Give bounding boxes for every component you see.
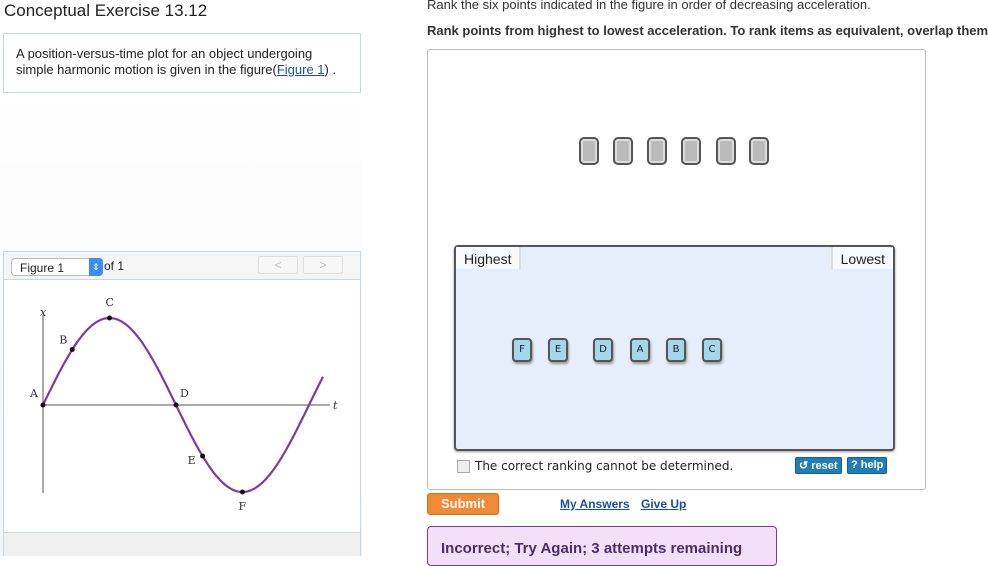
cannot-determine-label[interactable]: The correct ranking cannot be determined… (475, 459, 733, 473)
submit-button[interactable]: Submit (427, 493, 499, 515)
axis-label-t: t (333, 399, 338, 412)
point-a (40, 402, 46, 408)
point-c (107, 315, 112, 321)
point-d (173, 402, 179, 408)
empty-slot (749, 137, 769, 165)
question-instruction: Rank points from highest to lowest accel… (427, 23, 988, 38)
empty-slot (681, 137, 701, 165)
feedback-message: Incorrect; Try Again; 3 attempts remaini… (427, 526, 777, 566)
highest-label: Highest (456, 247, 522, 269)
tile-d[interactable]: D (593, 338, 613, 362)
tile-f[interactable]: F (512, 338, 532, 362)
point-b (69, 347, 75, 353)
point-e (200, 453, 206, 459)
point-label-d: D (180, 387, 189, 400)
tile-a[interactable]: A (630, 338, 650, 362)
point-label-c: C (106, 296, 114, 309)
tile-c[interactable]: C (702, 338, 722, 362)
point-label-a: A (29, 387, 39, 400)
point-label-b: B (59, 334, 67, 347)
reset-button[interactable]: ↺ reset (795, 457, 842, 474)
figure-footer (4, 532, 360, 556)
empty-slot (613, 137, 633, 165)
point-label-e: E (188, 454, 196, 467)
axis-label-x: x (40, 306, 47, 319)
point-label-f: F (239, 500, 247, 513)
empty-slot (579, 137, 599, 165)
help-button[interactable]: ? help (847, 457, 888, 474)
lowest-label: Lowest (830, 247, 893, 269)
question-text: Rank the six points indicated in the fig… (427, 0, 871, 12)
position-time-graph: x t A B C D E F (29, 296, 338, 513)
empty-slot (647, 137, 667, 165)
my-answers-link[interactable]: My Answers (560, 497, 630, 511)
give-up-link[interactable]: Give Up (641, 497, 686, 511)
cannot-determine-checkbox[interactable] (457, 460, 470, 473)
tile-e[interactable]: E (548, 338, 568, 362)
tile-b[interactable]: B (666, 338, 686, 362)
empty-slot (716, 137, 736, 165)
point-f (240, 489, 245, 495)
